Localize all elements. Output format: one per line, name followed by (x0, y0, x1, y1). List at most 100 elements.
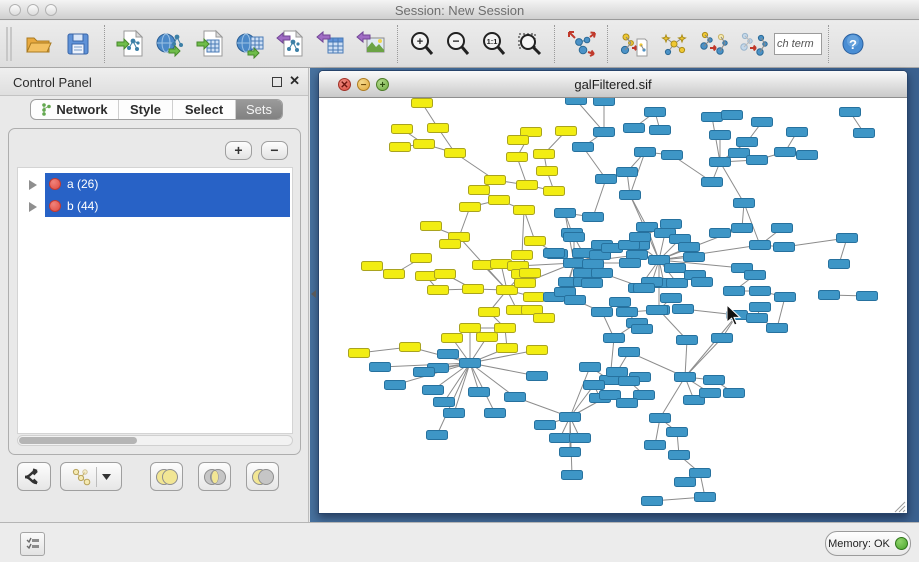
graph-node[interactable] (819, 291, 840, 300)
graph-node[interactable] (604, 334, 625, 343)
graph-node[interactable] (645, 441, 666, 450)
import-table-file-button[interactable] (191, 23, 231, 65)
graph-node[interactable] (661, 220, 682, 229)
graph-node[interactable] (534, 314, 555, 323)
graph-edge[interactable] (522, 210, 524, 255)
network-canvas[interactable] (319, 98, 907, 514)
save-session-button[interactable] (58, 23, 98, 65)
set-intersection-button[interactable] (198, 462, 231, 491)
graph-node[interactable] (617, 308, 638, 317)
graph-node[interactable] (560, 413, 581, 422)
graph-node[interactable] (385, 381, 406, 390)
zoom-fit-selected-button[interactable] (512, 23, 548, 65)
memory-status-button[interactable]: Memory: OK (825, 531, 911, 556)
graph-node[interactable] (414, 140, 435, 149)
graph-node[interactable] (710, 131, 731, 140)
graph-node[interactable] (525, 237, 546, 246)
graph-node[interactable] (610, 298, 631, 307)
set-difference-button[interactable] (246, 462, 279, 491)
graph-edge[interactable] (685, 315, 737, 377)
graph-node[interactable] (560, 448, 581, 457)
graph-node[interactable] (647, 306, 668, 315)
float-panel-icon[interactable] (272, 77, 282, 87)
graph-node[interactable] (594, 98, 615, 106)
network-graph[interactable] (319, 98, 907, 514)
canvas-resize-grip[interactable] (895, 502, 905, 512)
expander-icon[interactable] (29, 202, 37, 212)
graph-node[interactable] (562, 471, 583, 480)
graph-node[interactable] (712, 334, 733, 343)
graph-node[interactable] (667, 428, 688, 437)
graph-node[interactable] (662, 151, 683, 160)
graph-node[interactable] (435, 270, 456, 279)
graph-node[interactable] (747, 314, 768, 323)
graph-node[interactable] (495, 324, 516, 333)
help-button[interactable]: ? (835, 23, 871, 65)
graph-node[interactable] (427, 431, 448, 440)
graph-node[interactable] (423, 386, 444, 395)
open-session-button[interactable] (18, 23, 58, 65)
graph-node[interactable] (734, 199, 755, 208)
graph-node[interactable] (645, 108, 666, 117)
window-titlebar[interactable]: Session: New Session (0, 0, 919, 20)
graph-node[interactable] (508, 136, 529, 145)
graph-node[interactable] (619, 348, 640, 357)
graph-node[interactable] (411, 254, 432, 263)
graph-node[interactable] (412, 99, 433, 108)
graph-node[interactable] (635, 148, 656, 157)
graph-node[interactable] (632, 325, 653, 334)
graph-node[interactable] (438, 350, 459, 359)
graph-node[interactable] (695, 493, 716, 502)
graph-node[interactable] (642, 497, 663, 506)
graph-node[interactable] (710, 158, 731, 167)
graph-node[interactable] (634, 284, 655, 293)
graph-node[interactable] (797, 151, 818, 160)
export-network-button[interactable] (271, 23, 311, 65)
graph-node[interactable] (583, 213, 604, 222)
graph-node[interactable] (416, 272, 437, 281)
graph-node[interactable] (724, 287, 745, 296)
import-table-web-button[interactable] (231, 23, 271, 65)
graph-edge[interactable] (685, 340, 687, 377)
expander-icon[interactable] (29, 180, 37, 190)
graph-node[interactable] (428, 286, 449, 295)
network-frame[interactable]: ✕ − + galFiltered.sif (318, 70, 908, 514)
graph-node[interactable] (564, 233, 585, 242)
create-set-from-network-button[interactable] (60, 462, 122, 491)
graph-node[interactable] (690, 469, 711, 478)
graph-node[interactable] (692, 278, 713, 287)
graph-edge[interactable] (720, 162, 744, 203)
graph-node[interactable] (535, 421, 556, 430)
graph-node[interactable] (750, 303, 771, 312)
graph-node[interactable] (573, 143, 594, 152)
graph-node[interactable] (775, 293, 796, 302)
graph-node[interactable] (479, 308, 500, 317)
graph-node[interactable] (469, 388, 490, 397)
graph-node[interactable] (515, 279, 536, 288)
graph-edge[interactable] (570, 367, 590, 417)
graph-node[interactable] (700, 389, 721, 398)
graph-node[interactable] (390, 143, 411, 152)
graph-node[interactable] (485, 176, 506, 185)
diff-networks-button[interactable] (734, 23, 774, 65)
import-network-file-button[interactable] (111, 23, 151, 65)
search-input[interactable]: ch term (774, 33, 822, 55)
graph-node[interactable] (505, 393, 526, 402)
graph-edge[interactable] (659, 245, 760, 260)
graph-node[interactable] (617, 168, 638, 177)
graph-node[interactable] (596, 175, 617, 184)
graph-node[interactable] (750, 241, 771, 250)
split-set-button[interactable] (17, 462, 51, 491)
graph-node[interactable] (667, 279, 688, 288)
graph-node[interactable] (440, 240, 461, 249)
graph-node[interactable] (620, 259, 641, 268)
import-network-web-button[interactable] (151, 23, 191, 65)
graph-node[interactable] (787, 128, 808, 137)
graph-node[interactable] (524, 293, 545, 302)
graph-node[interactable] (489, 196, 510, 205)
graph-node[interactable] (837, 234, 858, 243)
graph-node[interactable] (582, 279, 603, 288)
zoom-out-button[interactable]: − (440, 23, 476, 65)
tab-sets[interactable]: Sets (236, 100, 282, 119)
set-union-button[interactable] (150, 462, 183, 491)
